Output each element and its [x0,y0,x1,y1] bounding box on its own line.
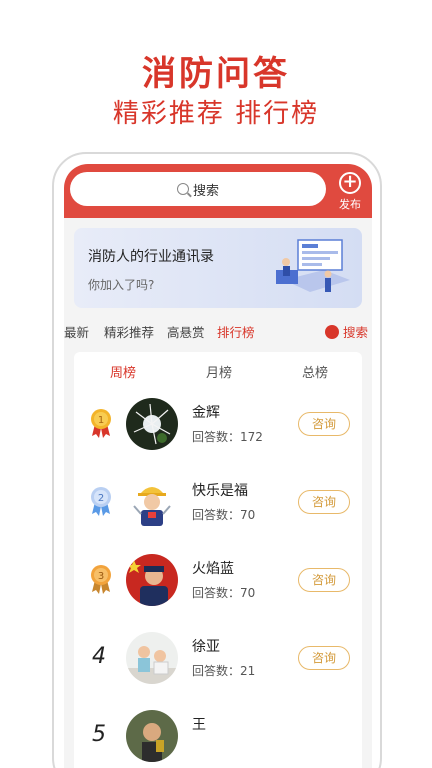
app-header: 搜索 + 发布 [64,164,372,218]
plus-icon: + [339,172,361,194]
phone-frame: 搜索 + 发布 消防人的行业通讯录 你加入了吗? 最新 精彩推荐 高悬赏 排行榜… [52,152,382,768]
answer-count: 回答数：172 [192,430,263,444]
svg-text:3: 3 [98,571,104,582]
consult-button[interactable]: 咨询 [298,490,350,514]
search-label: 搜索 [192,183,219,199]
consult-button[interactable]: 咨询 [298,568,350,592]
office-illustration-icon [276,239,350,292]
app-screen: 搜索 + 发布 消防人的行业通讯录 你加入了吗? 最新 精彩推荐 高悬赏 排行榜… [64,164,372,768]
category-tabs: 最新 精彩推荐 高悬赏 排行榜 搜索 [64,322,372,344]
answer-count: 回答数：70 [192,508,256,522]
tab-search-button[interactable]: 搜索 [324,322,368,341]
ranking-row[interactable]: 5 王 [74,706,362,766]
gold-medal-icon: 1 [91,409,111,438]
user-name: 火焰蓝 [192,561,234,577]
tab-total[interactable]: 总榜 [302,362,328,381]
svg-text:1: 1 [98,415,104,426]
avatar [126,476,178,528]
bronze-medal-icon: 3 [91,565,111,594]
search-dot-icon [324,324,339,339]
ranking-row[interactable]: 3 火焰蓝 回答数：70 咨询 [74,550,362,610]
ranking-row[interactable]: 1 金辉 回答数：172 咨询 [74,394,362,454]
ranking-row[interactable]: 4 徐亚 回答数：21 咨询 [74,628,362,688]
consult-button[interactable]: 咨询 [298,412,350,436]
promo-title: 消防问答 [142,54,290,94]
user-name: 金辉 [192,405,220,421]
tab-high-reward[interactable]: 高悬赏 [167,322,205,341]
tab-search-label: 搜索 [342,325,368,340]
user-name: 快乐是福 [192,483,248,499]
directory-banner[interactable]: 消防人的行业通讯录 你加入了吗? [74,228,362,308]
tab-weekly[interactable]: 周榜 [110,362,136,381]
avatar [126,710,178,762]
svg-text:2: 2 [98,493,104,504]
tab-recommended[interactable]: 精彩推荐 [104,322,154,341]
user-name: 王 [192,717,206,733]
search-icon [176,183,189,195]
ranking-row[interactable]: 2 快乐是福 回答数：70 咨询 [74,472,362,532]
publish-button[interactable]: + 发布 [330,172,370,212]
avatar [126,632,178,684]
silver-medal-icon: 2 [91,487,111,516]
tab-ranking[interactable]: 排行榜 [217,322,255,341]
ranking-card: 周榜 月榜 总榜 1 金辉 回答数：172 咨询 2 快乐是福 回答数：70 咨… [74,352,362,768]
answer-count: 回答数：21 [192,664,256,678]
publish-label: 发布 [339,198,361,211]
user-name: 徐亚 [192,639,220,655]
banner-title: 消防人的行业通讯录 [88,249,214,265]
avatar [126,554,178,606]
promo-subtitle: 精彩推荐 排行榜 [112,99,320,129]
rank-number: 5 [92,722,106,747]
tab-latest[interactable]: 最新 [64,322,89,341]
search-bar[interactable]: 搜索 [70,172,326,206]
consult-button[interactable]: 咨询 [298,646,350,670]
banner-subtitle: 你加入了吗? [88,278,155,292]
avatar [126,398,178,450]
tab-monthly[interactable]: 月榜 [206,362,232,381]
answer-count: 回答数：70 [192,586,256,600]
rank-number: 4 [92,644,106,669]
